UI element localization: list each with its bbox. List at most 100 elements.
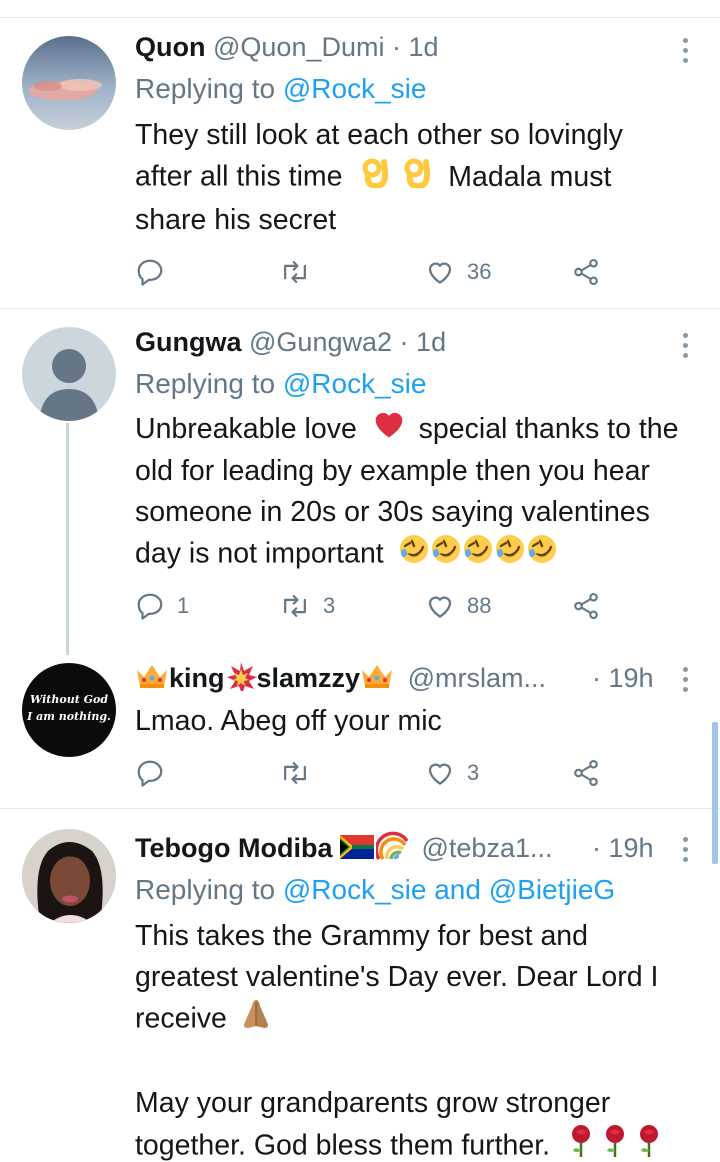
more-icon[interactable] [676,36,694,66]
rofl-emoji [494,533,526,577]
rose-emoji [568,1124,594,1162]
text-segment: special thanks to the [418,413,679,445]
separator-dot: · [592,833,601,863]
share-button[interactable] [571,254,601,290]
mention-link[interactable]: @Rock_sie [283,368,427,399]
mention-link[interactable]: @Rock_sie and @BietjieG [283,874,615,905]
display-name[interactable]: Gungwa [135,327,242,357]
user-handle[interactable]: @Quon_Dumi [213,32,384,62]
avatar[interactable] [22,36,116,130]
share-icon [571,257,601,287]
like-count: 36 [467,259,492,284]
share-button[interactable] [571,588,601,624]
rose-emoji [602,1124,628,1162]
avatar-caption-line: I am nothing. [27,710,111,723]
like-count: 3 [467,760,480,785]
share-button[interactable] [571,755,601,791]
timestamp[interactable]: 1d [409,32,439,62]
retweet-icon [279,257,311,287]
like-button[interactable]: 36 [425,254,491,290]
text-line: They still look at each other so lovingl… [135,119,623,151]
more-icon[interactable] [676,665,694,695]
more-icon[interactable] [676,331,694,361]
tweet-3[interactable]: Without God I am nothing. king slamzzy @m… [0,651,720,809]
text-line: Unbreakable love special thanks to the [135,409,710,451]
laughing-emoji-group [398,535,558,570]
text-segment: receive [135,1002,227,1035]
south-africa-flag-emoji [339,833,374,867]
avatar-caption-line: Without God [29,693,109,706]
reply-button[interactable]: 1 [135,588,189,624]
folded-hands-emoji [239,998,273,1042]
more-icon[interactable] [676,835,694,865]
reply-button[interactable] [135,755,177,791]
tweet-4[interactable]: Tebogo Modiba @tebza1... · 19h Replying … [0,809,720,1162]
display-name-part[interactable]: slamzzy [257,663,361,693]
like-button[interactable]: 88 [425,588,491,624]
replying-to: Replying to @Rock_sie [135,367,426,401]
text-line: together. God bless them further. [135,1124,710,1162]
separator-dot: · [592,663,601,693]
retweet-count: 3 [323,593,336,618]
text-line: greatest valentine's Day ever. Dear Lord… [135,961,659,993]
timestamp[interactable]: 19h [609,663,654,693]
avatar-default[interactable] [22,327,116,421]
user-handle[interactable]: @tebza1... [422,833,553,863]
display-name[interactable]: Tebogo Modiba [135,833,332,863]
tweet-text: They still look at each other so lovingl… [135,115,710,241]
avatar[interactable] [22,829,116,923]
retweet-button[interactable]: 3 [279,588,335,624]
text-line: share his secret [135,204,337,236]
crown-emoji [135,662,169,698]
heart-icon [425,591,455,621]
retweet-button[interactable] [279,254,323,290]
rainbow-emoji [374,831,410,869]
replying-prefix: Replying to [135,874,283,905]
tweet-1[interactable]: Quon @Quon_Dumi · 1d Replying to @Rock_s… [0,0,720,310]
tweet-text: Lmao. Abeg off your mic [135,701,710,742]
avatar[interactable]: Without God I am nothing. [22,663,116,757]
heart-icon [425,758,455,788]
scrollbar[interactable] [712,722,718,864]
timestamp[interactable]: 19h [609,833,654,863]
thread-connector [66,423,69,655]
display-name[interactable]: Quon [135,32,205,62]
rofl-emoji [526,533,558,577]
text-line: old for leading by example then you hear [135,455,650,488]
ok-hand-emoji [360,156,390,200]
reply-button[interactable] [135,254,177,290]
text-segment: day is not important [135,538,384,570]
heart-icon [425,257,455,287]
tweet-2[interactable]: Gungwa @Gungwa2 · 1d Replying to @Rock_s… [0,309,720,651]
text-segment: Madala must [448,160,612,193]
replying-prefix: Replying to [135,368,283,399]
ok-hand-emoji [402,156,432,200]
reply-icon [135,591,165,621]
retweet-icon [279,591,311,621]
text-line [135,1042,710,1083]
crown-emoji [360,662,394,698]
rose-emoji-group [568,1125,662,1162]
timestamp[interactable]: 1d [416,327,446,357]
tweet-actions: 36 [135,254,615,290]
text-line: after all this time Madala must [135,156,710,200]
text-segment: together. God bless them further. [135,1129,551,1162]
share-icon [571,758,601,788]
red-heart-emoji [373,409,405,451]
separator-dot: · [399,327,409,357]
tweet-actions: 1 3 88 [135,588,615,624]
tweet-text: This takes the Grammy for best and great… [135,916,710,1162]
retweet-icon [279,758,311,788]
text-segment: Unbreakable love [135,413,357,445]
like-button[interactable]: 3 [425,755,479,791]
retweet-button[interactable] [279,755,323,791]
tweet-header: Tebogo Modiba @tebza1... [135,831,552,865]
display-name-part[interactable]: king [169,663,225,693]
replying-to: Replying to @Rock_sie and @BietjieG [135,873,615,907]
user-handle[interactable]: @mrslam... [408,663,546,693]
tweet-header: Gungwa @Gungwa2 · 1d [135,325,446,359]
user-handle[interactable]: @Gungwa2 [249,327,392,357]
text-line: receive [135,998,710,1042]
rofl-emoji [398,533,430,577]
mention-link[interactable]: @Rock_sie [283,73,427,104]
